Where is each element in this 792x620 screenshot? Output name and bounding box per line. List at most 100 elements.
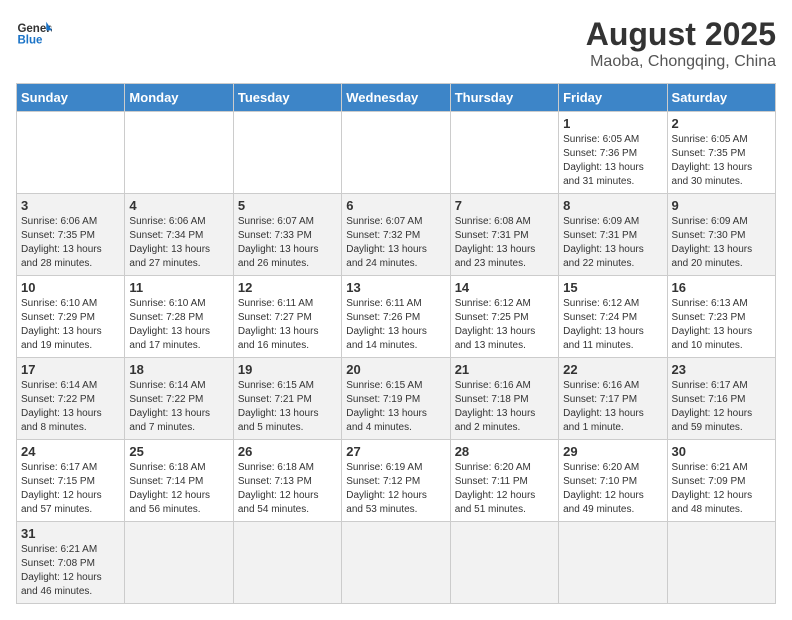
- day-cell: [450, 112, 558, 194]
- day-info: Sunrise: 6:06 AM Sunset: 7:34 PM Dayligh…: [129, 215, 228, 271]
- day-cell: 14Sunrise: 6:12 AM Sunset: 7:25 PM Dayli…: [450, 276, 558, 358]
- day-info: Sunrise: 6:12 AM Sunset: 7:24 PM Dayligh…: [563, 297, 662, 353]
- logo-icon: General Blue: [16, 16, 52, 52]
- day-cell: 26 Sunrise: 6:18 AM Sunset: 7:13 PM Dayli…: [233, 440, 341, 522]
- weekday-header-tuesday: Tuesday: [233, 84, 341, 112]
- day-number: 20: [346, 362, 445, 377]
- day-info: Sunrise: 6:17 AM Sunset: 7:15 PM Dayligh…: [21, 461, 120, 517]
- day-cell: 12 Sunrise: 6:11 AM Sunset: 7:27 PM Dayli…: [233, 276, 341, 358]
- week-row-5: 31 Sunrise: 6:21 AM Sunset: 7:08 PM Dayli…: [17, 522, 776, 604]
- day-cell: 25 Sunrise: 6:18 AM Sunset: 7:14 PM Dayli…: [125, 440, 233, 522]
- weekday-header-row: SundayMondayTuesdayWednesdayThursdayFrid…: [17, 84, 776, 112]
- weekday-header-monday: Monday: [125, 84, 233, 112]
- day-info: Sunrise: 6:21 AM Sunset: 7:08 PM Dayligh…: [21, 543, 120, 599]
- day-number: 14: [455, 280, 554, 295]
- weekday-header-wednesday: Wednesday: [342, 84, 450, 112]
- day-cell: [233, 112, 341, 194]
- day-cell: [125, 112, 233, 194]
- day-info: Sunrise: 6:18 AM Sunset: 7:14 PM Dayligh…: [129, 461, 228, 517]
- day-info: Sunrise: 6:16 AM Sunset: 7:17 PM Dayligh…: [563, 379, 662, 435]
- day-info: Sunrise: 6:10 AM Sunset: 7:28 PM Dayligh…: [129, 297, 228, 353]
- day-cell: 10Sunrise: 6:10 AM Sunset: 7:29 PM Dayli…: [17, 276, 125, 358]
- day-info: Sunrise: 6:20 AM Sunset: 7:10 PM Dayligh…: [563, 461, 662, 517]
- day-number: 10: [21, 280, 120, 295]
- day-number: 15: [563, 280, 662, 295]
- day-cell: [342, 522, 450, 604]
- day-cell: 19Sunrise: 6:15 AM Sunset: 7:21 PM Dayli…: [233, 358, 341, 440]
- day-info: Sunrise: 6:19 AM Sunset: 7:12 PM Dayligh…: [346, 461, 445, 517]
- day-cell: 18Sunrise: 6:14 AM Sunset: 7:22 PM Dayli…: [125, 358, 233, 440]
- day-info: Sunrise: 6:05 AM Sunset: 7:36 PM Dayligh…: [563, 133, 662, 189]
- weekday-header-sunday: Sunday: [17, 84, 125, 112]
- day-cell: 31 Sunrise: 6:21 AM Sunset: 7:08 PM Dayli…: [17, 522, 125, 604]
- day-info: Sunrise: 6:17 AM Sunset: 7:16 PM Dayligh…: [672, 379, 771, 435]
- day-cell: [559, 522, 667, 604]
- day-cell: 3Sunrise: 6:06 AM Sunset: 7:35 PM Daylig…: [17, 194, 125, 276]
- day-cell: 6 Sunrise: 6:07 AM Sunset: 7:32 PM Daylig…: [342, 194, 450, 276]
- day-cell: [450, 522, 558, 604]
- day-cell: 2 Sunrise: 6:05 AM Sunset: 7:35 PM Daylig…: [667, 112, 775, 194]
- day-number: 17: [21, 362, 120, 377]
- day-info: Sunrise: 6:07 AM Sunset: 7:33 PM Dayligh…: [238, 215, 337, 271]
- day-cell: [233, 522, 341, 604]
- day-info: Sunrise: 6:18 AM Sunset: 7:13 PM Dayligh…: [238, 461, 337, 517]
- day-number: 8: [563, 198, 662, 213]
- day-number: 18: [129, 362, 228, 377]
- day-cell: 13Sunrise: 6:11 AM Sunset: 7:26 PM Dayli…: [342, 276, 450, 358]
- day-cell: 7Sunrise: 6:08 AM Sunset: 7:31 PM Daylig…: [450, 194, 558, 276]
- day-number: 4: [129, 198, 228, 213]
- day-info: Sunrise: 6:13 AM Sunset: 7:23 PM Dayligh…: [672, 297, 771, 353]
- week-row-1: 3Sunrise: 6:06 AM Sunset: 7:35 PM Daylig…: [17, 194, 776, 276]
- day-number: 26: [238, 444, 337, 459]
- day-cell: 23Sunrise: 6:17 AM Sunset: 7:16 PM Dayli…: [667, 358, 775, 440]
- day-number: 1: [563, 116, 662, 131]
- day-number: 5: [238, 198, 337, 213]
- day-cell: 11 Sunrise: 6:10 AM Sunset: 7:28 PM Dayli…: [125, 276, 233, 358]
- day-info: Sunrise: 6:11 AM Sunset: 7:27 PM Dayligh…: [238, 297, 337, 353]
- day-cell: 8Sunrise: 6:09 AM Sunset: 7:31 PM Daylig…: [559, 194, 667, 276]
- day-number: 30: [672, 444, 771, 459]
- day-cell: 27 Sunrise: 6:19 AM Sunset: 7:12 PM Dayli…: [342, 440, 450, 522]
- day-number: 28: [455, 444, 554, 459]
- weekday-header-saturday: Saturday: [667, 84, 775, 112]
- day-cell: [342, 112, 450, 194]
- day-cell: 5 Sunrise: 6:07 AM Sunset: 7:33 PM Daylig…: [233, 194, 341, 276]
- day-number: 2: [672, 116, 771, 131]
- svg-text:Blue: Blue: [17, 34, 43, 46]
- day-cell: 15 Sunrise: 6:12 AM Sunset: 7:24 PM Dayli…: [559, 276, 667, 358]
- day-info: Sunrise: 6:07 AM Sunset: 7:32 PM Dayligh…: [346, 215, 445, 271]
- logo: General Blue: [16, 16, 52, 52]
- day-info: Sunrise: 6:09 AM Sunset: 7:30 PM Dayligh…: [672, 215, 771, 271]
- day-number: 21: [455, 362, 554, 377]
- day-cell: 28 Sunrise: 6:20 AM Sunset: 7:11 PM Dayli…: [450, 440, 558, 522]
- day-cell: 9Sunrise: 6:09 AM Sunset: 7:30 PM Daylig…: [667, 194, 775, 276]
- day-cell: 21 Sunrise: 6:16 AM Sunset: 7:18 PM Dayli…: [450, 358, 558, 440]
- day-number: 25: [129, 444, 228, 459]
- day-info: Sunrise: 6:20 AM Sunset: 7:11 PM Dayligh…: [455, 461, 554, 517]
- day-cell: 4 Sunrise: 6:06 AM Sunset: 7:34 PM Daylig…: [125, 194, 233, 276]
- day-number: 19: [238, 362, 337, 377]
- day-cell: 20Sunrise: 6:15 AM Sunset: 7:19 PM Dayli…: [342, 358, 450, 440]
- day-info: Sunrise: 6:16 AM Sunset: 7:18 PM Dayligh…: [455, 379, 554, 435]
- day-cell: 16Sunrise: 6:13 AM Sunset: 7:23 PM Dayli…: [667, 276, 775, 358]
- day-number: 12: [238, 280, 337, 295]
- day-info: Sunrise: 6:21 AM Sunset: 7:09 PM Dayligh…: [672, 461, 771, 517]
- weekday-header-friday: Friday: [559, 84, 667, 112]
- day-number: 24: [21, 444, 120, 459]
- day-info: Sunrise: 6:14 AM Sunset: 7:22 PM Dayligh…: [21, 379, 120, 435]
- week-row-0: 1 Sunrise: 6:05 AM Sunset: 7:36 PM Daylig…: [17, 112, 776, 194]
- day-number: 27: [346, 444, 445, 459]
- day-number: 3: [21, 198, 120, 213]
- day-number: 31: [21, 526, 120, 541]
- calendar-subtitle: Maoba, Chongqing, China: [586, 53, 776, 71]
- week-row-4: 24 Sunrise: 6:17 AM Sunset: 7:15 PM Dayli…: [17, 440, 776, 522]
- day-info: Sunrise: 6:05 AM Sunset: 7:35 PM Dayligh…: [672, 133, 771, 189]
- day-cell: 30 Sunrise: 6:21 AM Sunset: 7:09 PM Dayli…: [667, 440, 775, 522]
- day-number: 7: [455, 198, 554, 213]
- day-number: 11: [129, 280, 228, 295]
- day-number: 6: [346, 198, 445, 213]
- day-cell: 1 Sunrise: 6:05 AM Sunset: 7:36 PM Daylig…: [559, 112, 667, 194]
- day-number: 22: [563, 362, 662, 377]
- page-header: General Blue August 2025 Maoba, Chongqin…: [16, 16, 776, 71]
- day-number: 13: [346, 280, 445, 295]
